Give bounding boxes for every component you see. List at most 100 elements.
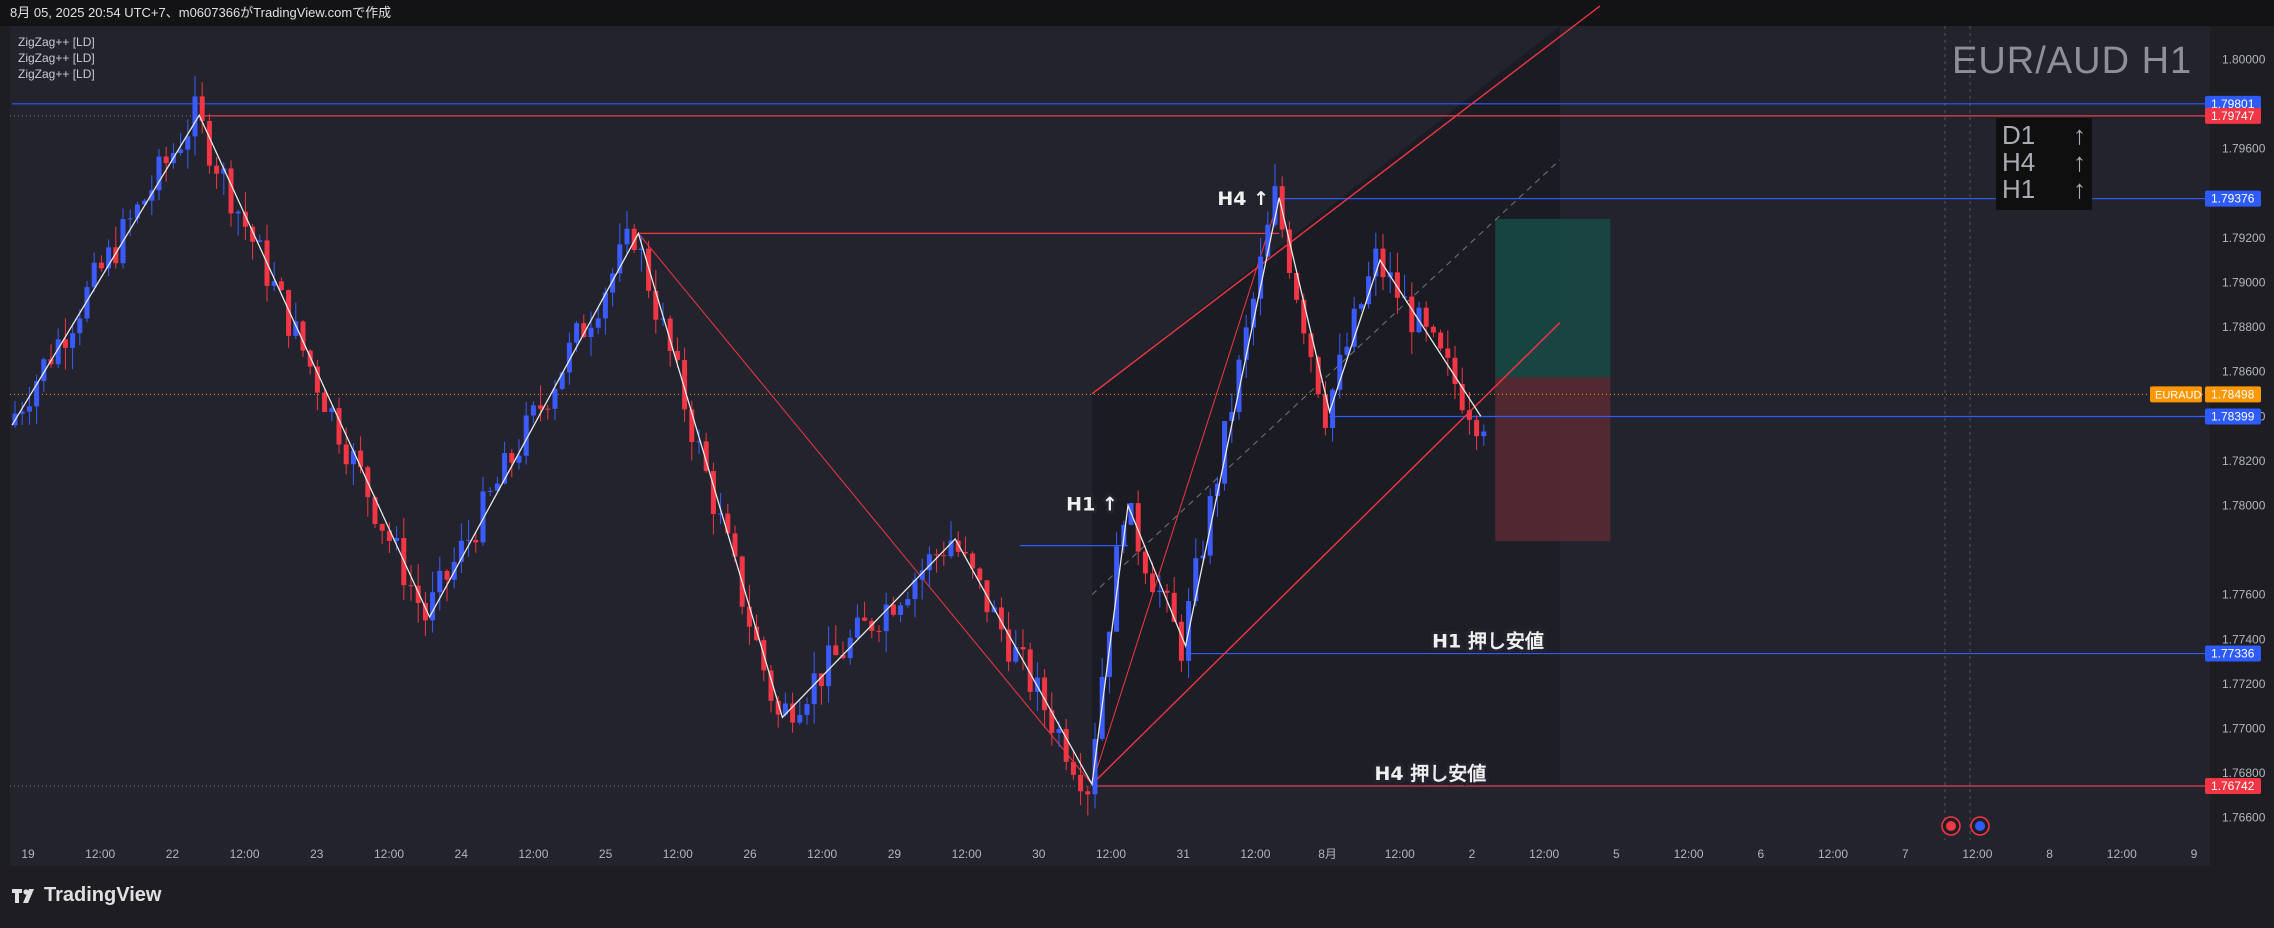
legend-item[interactable]: ZigZag++ [LD]: [18, 50, 95, 66]
candle-body[interactable]: [876, 630, 882, 632]
candle-body[interactable]: [466, 539, 472, 541]
candle-body[interactable]: [977, 568, 983, 581]
arrow-up-icon: ↑: [2073, 174, 2086, 204]
candle-body[interactable]: [228, 168, 234, 214]
candle-body[interactable]: [1445, 348, 1451, 358]
candle-body[interactable]: [538, 405, 544, 409]
legend-item[interactable]: ZigZag++ [LD]: [18, 34, 95, 50]
candle-body[interactable]: [854, 617, 860, 638]
candle-body[interactable]: [1164, 590, 1170, 593]
candle-body[interactable]: [358, 450, 364, 468]
candle-body[interactable]: [530, 405, 536, 416]
price-tick-label: 1.76600: [2222, 811, 2266, 825]
candle-body[interactable]: [862, 617, 868, 621]
candle-body[interactable]: [192, 96, 198, 137]
candle-body[interactable]: [1409, 296, 1415, 333]
candle-body[interactable]: [617, 244, 623, 274]
candle-body[interactable]: [343, 444, 349, 465]
candle-body[interactable]: [26, 406, 32, 412]
candle-body[interactable]: [811, 673, 817, 705]
candle-body[interactable]: [70, 333, 76, 348]
candle-body[interactable]: [804, 704, 810, 715]
candle-body[interactable]: [725, 513, 731, 534]
candle-body[interactable]: [206, 120, 212, 166]
candle-body[interactable]: [444, 570, 450, 580]
chart-annotation: H4 ↑: [1217, 188, 1269, 210]
candle-body[interactable]: [163, 156, 169, 164]
candle-body[interactable]: [1020, 647, 1026, 650]
candle-body[interactable]: [559, 372, 565, 389]
candle-body[interactable]: [278, 281, 284, 291]
candle-body[interactable]: [1438, 332, 1444, 349]
candle-body[interactable]: [941, 555, 947, 557]
candle-body[interactable]: [1150, 573, 1156, 593]
candle-body[interactable]: [98, 262, 104, 269]
candle-body[interactable]: [890, 604, 896, 615]
price-tick-label: 1.78000: [2222, 498, 2266, 512]
candle-body[interactable]: [509, 453, 515, 463]
tradingview-logo[interactable]: TradingView: [12, 884, 161, 907]
candle-body[interactable]: [898, 605, 904, 615]
candle-body[interactable]: [487, 490, 493, 492]
candle-body[interactable]: [77, 318, 83, 334]
candle-body[interactable]: [1466, 410, 1472, 420]
candle-body[interactable]: [1423, 307, 1429, 327]
candle-body[interactable]: [408, 585, 414, 587]
candle-body[interactable]: [336, 408, 342, 445]
candle-body[interactable]: [1056, 728, 1062, 733]
candle-body[interactable]: [257, 240, 263, 242]
trend-line[interactable]: [638, 233, 1093, 785]
candle-body[interactable]: [314, 366, 320, 393]
chart-canvas[interactable]: H4 ↑H1 ↑H1 押し安値H4 押し安値1.800001.796001.79…: [0, 0, 2274, 870]
candle-body[interactable]: [1481, 431, 1487, 437]
legend-item[interactable]: ZigZag++ [LD]: [18, 66, 95, 82]
candle-body[interactable]: [127, 218, 133, 220]
candle-body[interactable]: [1142, 551, 1148, 574]
candle-body[interactable]: [1474, 419, 1480, 437]
candle-body[interactable]: [214, 165, 220, 174]
candle-body[interactable]: [1070, 761, 1076, 775]
candle-body[interactable]: [235, 211, 241, 214]
candle-body[interactable]: [185, 136, 191, 150]
candle-body[interactable]: [660, 318, 666, 320]
candle-body[interactable]: [91, 262, 97, 288]
candle-body[interactable]: [1078, 774, 1084, 792]
candle-body[interactable]: [350, 450, 356, 465]
time-tick-label: 12:00: [374, 847, 404, 861]
price-tag-label: 1.77336: [2211, 647, 2255, 661]
candle-body[interactable]: [473, 539, 479, 543]
candle-body[interactable]: [1236, 359, 1242, 413]
candle-body[interactable]: [934, 554, 940, 556]
candle-body[interactable]: [1430, 326, 1436, 333]
candle-body[interactable]: [322, 392, 328, 413]
candle-body[interactable]: [1157, 590, 1163, 593]
candle-body[interactable]: [430, 592, 436, 621]
candle-body[interactable]: [552, 388, 558, 409]
candle-body[interactable]: [1358, 304, 1364, 309]
candle-body[interactable]: [797, 714, 803, 723]
candle-body[interactable]: [595, 318, 601, 328]
candle-body[interactable]: [1013, 647, 1019, 662]
candle-body[interactable]: [653, 290, 659, 320]
candle-body[interactable]: [631, 228, 637, 251]
stop-loss-zone[interactable]: [1495, 377, 1611, 542]
candle-body[interactable]: [1049, 710, 1055, 733]
price-tick-label: 1.79600: [2222, 142, 2266, 156]
candle-body[interactable]: [588, 327, 594, 338]
candle-body[interactable]: [574, 323, 580, 343]
candle-body[interactable]: [833, 645, 839, 656]
candle-body[interactable]: [545, 408, 551, 410]
candle-body[interactable]: [1042, 677, 1048, 711]
candle-body[interactable]: [905, 599, 911, 606]
candle-body[interactable]: [624, 228, 630, 245]
flag-icon: [1975, 821, 1985, 831]
candle-body[interactable]: [379, 523, 385, 531]
candle-body[interactable]: [746, 606, 752, 627]
tf-label: H4: [2002, 147, 2036, 177]
take-profit-zone[interactable]: [1495, 218, 1611, 378]
candle-body[interactable]: [1085, 791, 1091, 795]
candle-body[interactable]: [1308, 333, 1314, 358]
candle-body[interactable]: [437, 570, 443, 593]
candle-body[interactable]: [826, 645, 832, 687]
time-tick-label: 24: [455, 847, 469, 861]
